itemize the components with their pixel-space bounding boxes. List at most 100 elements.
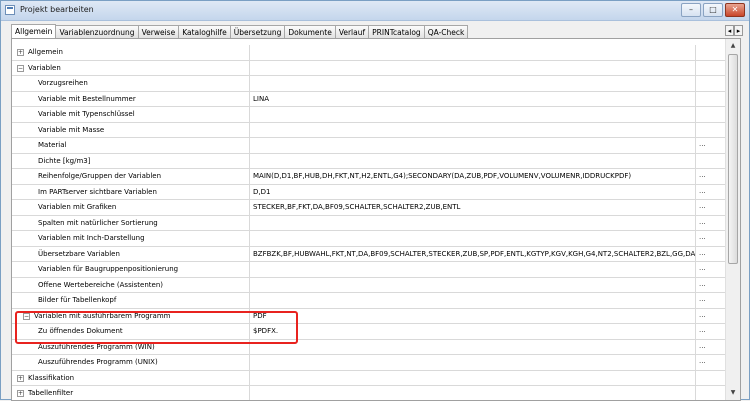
ellipsis-button[interactable]: ... — [696, 309, 727, 324]
property-label: Auszuführendes Programm (UNIX) — [38, 358, 158, 366]
scroll-up-icon[interactable]: ▲ — [727, 40, 739, 52]
scroll-thumb[interactable] — [728, 54, 738, 264]
property-value-cell[interactable]: BZFBZK,BF,HUBWAHL,FKT,NT,DA,BF09,SCHALTE… — [250, 246, 696, 261]
ellipsis-button[interactable]: ... — [696, 169, 727, 184]
property-value-cell[interactable] — [250, 138, 696, 153]
ellipsis-button[interactable]: ... — [696, 340, 727, 355]
property-value-cell[interactable] — [250, 262, 696, 277]
ellipsis-button[interactable]: ... — [696, 231, 727, 246]
tab-dokumente[interactable]: Dokumente — [285, 25, 336, 39]
ellipsis-button[interactable]: ... — [696, 200, 727, 215]
property-value-cell[interactable] — [250, 76, 696, 91]
property-row[interactable]: Variablen mit Grafiken STECKER,BF,FKT,DA,… — [12, 200, 727, 216]
property-name-cell: Material — [12, 138, 250, 153]
ellipsis-button[interactable]: ... — [696, 185, 727, 200]
property-row[interactable]: Auszuführendes Programm (WIN)... — [12, 339, 727, 355]
property-row[interactable]: − Variablen mit ausführbarem Programm PDF.… — [12, 308, 727, 324]
property-value-cell[interactable] — [250, 355, 696, 370]
ellipsis-button[interactable]: ... — [696, 247, 727, 262]
property-row[interactable]: Variable mit Bestellnummer LINA — [12, 91, 727, 107]
tab-variablenzuordnung[interactable]: Variablenzuordnung — [56, 25, 139, 39]
property-label: Spalten mit natürlicher Sortierung — [38, 218, 158, 227]
tab-scroll-left-icon[interactable]: ◂ — [725, 25, 734, 36]
property-row[interactable]: Übersetzbare Variablen BZFBZK,BF,HUBWAHL,… — [12, 246, 727, 262]
property-value-cell[interactable]: $PDFX. — [250, 324, 696, 339]
ellipsis-button[interactable]: ... — [696, 216, 727, 231]
property-value-cell[interactable]: D,D1 — [250, 184, 696, 199]
property-row[interactable]: Spalten mit natürlicher Sortierung... — [12, 215, 727, 231]
close-button[interactable]: ✕ — [725, 3, 745, 17]
tab-verweise[interactable]: Verweise — [138, 25, 180, 39]
property-value-cell[interactable]: LINA — [250, 91, 696, 106]
property-row[interactable]: Variable mit Masse — [12, 122, 727, 138]
property-value-cell[interactable] — [250, 293, 696, 308]
property-value-cell[interactable] — [250, 370, 696, 385]
property-value-cell[interactable] — [250, 386, 696, 400]
property-row[interactable]: + Klassifikation — [12, 370, 727, 386]
property-value-cell[interactable] — [250, 122, 696, 137]
collapse-icon[interactable]: − — [17, 64, 24, 72]
property-value-cell[interactable]: MAIN(D,D1,BF,HUB,DH,FKT,NT,H2,ENTL,G4);S… — [250, 169, 696, 184]
scroll-down-icon[interactable]: ▼ — [727, 387, 739, 399]
tab-qa-check[interactable]: QA-Check — [424, 25, 469, 39]
tab-uebersetzung[interactable]: Übersetzung — [230, 25, 286, 39]
ellipsis-button — [696, 154, 727, 169]
property-row[interactable]: Vorzugsreihen — [12, 76, 727, 92]
ellipsis-button — [696, 92, 727, 107]
property-row[interactable]: − Variablen — [12, 60, 727, 76]
property-name-cell: + Tabellenfilter — [12, 386, 250, 400]
property-value-cell[interactable] — [250, 339, 696, 354]
property-label: Variablen mit Grafiken — [38, 203, 117, 211]
ellipsis-button[interactable]: ... — [696, 262, 727, 277]
property-label: Variablen mit Inch-Darstellung — [38, 234, 145, 242]
maximize-button[interactable]: □ — [703, 3, 723, 17]
property-value-cell[interactable] — [250, 107, 696, 122]
property-value-cell[interactable] — [250, 231, 696, 246]
tab-scroll-right-icon[interactable]: ▸ — [734, 25, 743, 36]
ellipsis-button — [696, 371, 727, 386]
property-value-cell[interactable] — [250, 153, 696, 168]
property-value-cell[interactable]: PDF — [250, 308, 696, 323]
property-row[interactable]: Variable mit Typenschlüssel — [12, 107, 727, 123]
property-label: Allgemein — [28, 48, 63, 56]
vertical-scrollbar[interactable]: ▲ ▼ — [725, 39, 740, 400]
property-value-cell[interactable] — [250, 215, 696, 230]
ellipsis-button[interactable]: ... — [696, 278, 727, 293]
property-value-cell[interactable] — [250, 277, 696, 292]
property-row[interactable]: Variablen mit Inch-Darstellung... — [12, 231, 727, 247]
property-row[interactable]: Im PARTserver sichtbare Variablen D,D1... — [12, 184, 727, 200]
tab-allgemein[interactable]: Allgemein — [11, 24, 57, 39]
ellipsis-button[interactable]: ... — [696, 324, 727, 339]
expand-icon[interactable]: + — [17, 390, 24, 397]
property-row[interactable]: Zu öffnendes Dokument $PDFX.... — [12, 324, 727, 340]
ellipsis-button[interactable]: ... — [696, 355, 727, 370]
ellipsis-button — [696, 61, 727, 76]
property-row[interactable]: + Allgemein — [12, 45, 727, 61]
property-row[interactable]: Variablen für Baugruppenpositionierung..… — [12, 262, 727, 278]
tab-verlauf[interactable]: Verlauf — [335, 25, 370, 39]
property-value-cell[interactable] — [250, 45, 696, 60]
property-value-cell[interactable]: STECKER,BF,FKT,DA,BF09,SCHALTER,SCHALTER… — [250, 200, 696, 215]
property-row[interactable]: Offene Wertebereiche (Assistenten)... — [12, 277, 727, 293]
collapse-icon[interactable]: − — [23, 312, 30, 320]
property-row[interactable]: + Tabellenfilter — [12, 386, 727, 400]
property-name-cell: − Variablen mit ausführbarem Programm — [12, 308, 250, 323]
minimize-button[interactable]: – — [681, 3, 701, 17]
property-name-cell: + Allgemein — [12, 45, 250, 60]
ellipsis-button[interactable]: ... — [696, 138, 727, 153]
property-row[interactable]: Material... — [12, 138, 727, 154]
property-name-cell: Variablen für Baugruppenpositionierung — [12, 262, 250, 277]
property-label: Reihenfolge/Gruppen der Variablen — [38, 172, 162, 180]
ellipsis-button — [696, 76, 727, 91]
title-bar[interactable]: Projekt bearbeiten – □ ✕ — [1, 1, 749, 21]
property-row[interactable]: Bilder für Tabellenkopf... — [12, 293, 727, 309]
tab-printcatalog[interactable]: PRINTcatalog — [369, 25, 425, 39]
expand-icon[interactable]: + — [17, 374, 24, 382]
property-row[interactable]: Auszuführendes Programm (UNIX)... — [12, 355, 727, 371]
property-row[interactable]: Reihenfolge/Gruppen der Variablen MAIN(D,… — [12, 169, 727, 185]
property-value-cell[interactable] — [250, 60, 696, 75]
ellipsis-button[interactable]: ... — [696, 293, 727, 308]
property-row[interactable]: Dichte [kg/m3] — [12, 153, 727, 169]
expand-icon[interactable]: + — [17, 49, 24, 56]
tab-kataloghilfe[interactable]: Kataloghilfe — [179, 25, 231, 39]
